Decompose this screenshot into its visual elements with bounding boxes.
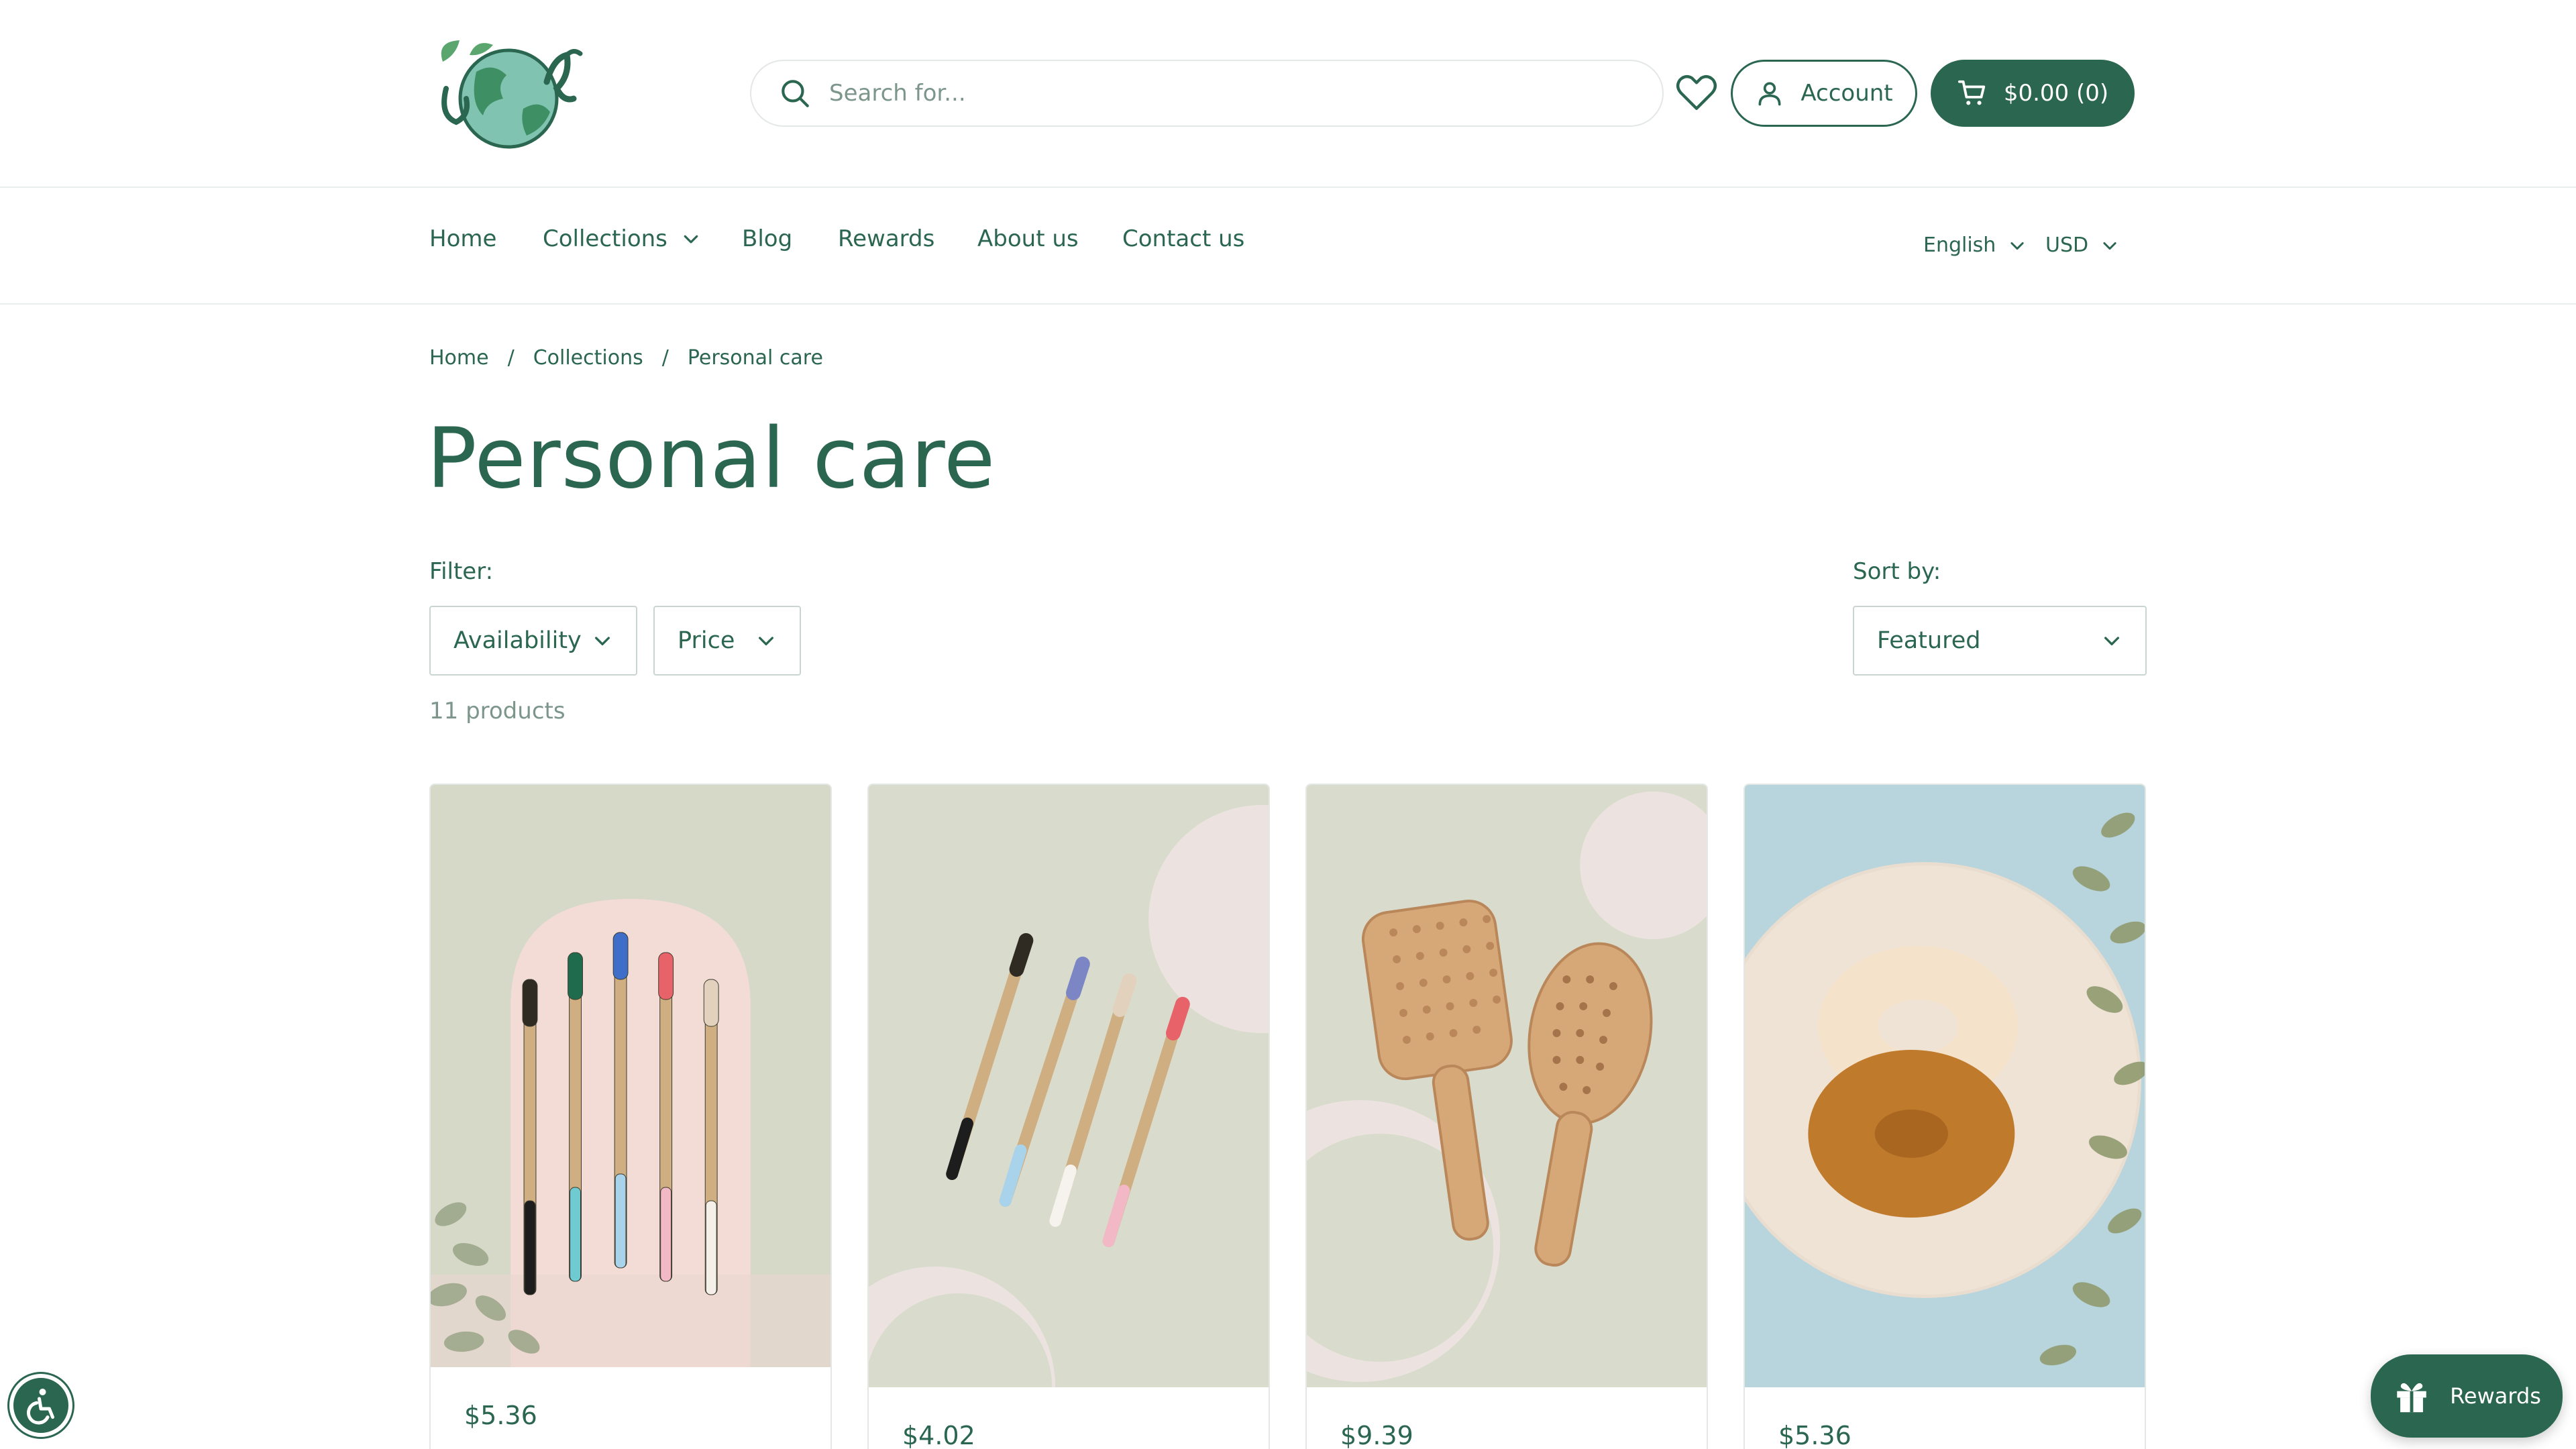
price-filter[interactable]: Price — [653, 606, 801, 676]
nav-item-rewards[interactable]: Rewards — [838, 225, 934, 252]
search-input[interactable]: Search for... — [750, 60, 1664, 127]
product-image[interactable] — [1745, 785, 2145, 1387]
nav-item-label: Contact us — [1122, 225, 1245, 252]
product-image[interactable] — [431, 785, 830, 1367]
nav-item-home[interactable]: Home — [429, 225, 496, 252]
rewards-label: Rewards — [2450, 1383, 2541, 1409]
nav-item-collections[interactable]: Collections — [543, 225, 701, 252]
wishlist-button[interactable] — [1674, 70, 1719, 114]
logo[interactable] — [429, 35, 590, 149]
product-card[interactable]: $4.02 — [867, 784, 1270, 1449]
availability-label: Availability — [453, 627, 582, 654]
accessibility-button[interactable] — [9, 1374, 72, 1437]
search-placeholder: Search for... — [829, 80, 966, 107]
filter-label: Filter: — [429, 558, 494, 585]
search-icon — [782, 80, 809, 107]
product-card[interactable]: $5.36 — [429, 784, 832, 1449]
product-price: $4.02 — [902, 1421, 975, 1449]
rewards-launcher[interactable]: Rewards — [2371, 1354, 2563, 1438]
breadcrumb-collections[interactable]: Collections — [533, 346, 643, 370]
product-price: $5.36 — [1778, 1421, 1851, 1449]
breadcrumb-separator: / — [661, 346, 669, 370]
nav-item-label: Rewards — [838, 225, 935, 252]
sort-value: Featured — [1877, 627, 1981, 654]
cart-label: $0.00 (0) — [2003, 80, 2109, 107]
main-nav — [0, 189, 2576, 305]
currency-selector[interactable]: USD — [2045, 233, 2119, 257]
accessibility-icon — [27, 1389, 54, 1425]
logo-globe-icon — [441, 40, 583, 149]
nav-item-label: Collections — [543, 225, 667, 252]
language-value: English — [1923, 233, 1996, 257]
chevron-down-icon — [595, 637, 610, 645]
sort-select[interactable]: Featured — [1853, 606, 2147, 676]
breadcrumb: Home / Collections / Personal care — [429, 346, 823, 370]
gift-icon — [2397, 1383, 2426, 1413]
product-price: $9.39 — [1340, 1421, 1413, 1449]
chevron-down-icon — [2010, 241, 2024, 250]
product-card[interactable]: $5.36 — [1743, 784, 2146, 1449]
product-card[interactable]: $9.39 — [1305, 784, 1708, 1449]
sort-label: Sort by: — [1853, 558, 1941, 585]
price-filter-label: Price — [678, 627, 735, 654]
chevron-down-icon — [759, 637, 773, 645]
site-header: Search for... Account $0.00 (0) — [0, 0, 2576, 188]
account-button[interactable]: Account — [1731, 60, 1917, 127]
product-image[interactable] — [869, 785, 1269, 1387]
account-label: Account — [1801, 80, 1893, 107]
product-count: 11 products — [429, 698, 566, 724]
nav-item-about-us[interactable]: About us — [977, 225, 1079, 252]
language-selector[interactable]: English — [1923, 233, 2027, 257]
product-price: $5.36 — [464, 1401, 537, 1430]
user-icon — [1758, 82, 1781, 106]
breadcrumb-separator: / — [507, 346, 515, 370]
cart-icon — [1957, 80, 1986, 105]
page-title: Personal care — [427, 411, 996, 507]
nav-item-label: Blog — [742, 225, 793, 252]
heart-icon — [1676, 74, 1717, 110]
nav-item-contact-us[interactable]: Contact us — [1122, 225, 1244, 252]
chevron-down-icon — [2104, 637, 2119, 645]
availability-filter[interactable]: Availability — [429, 606, 637, 676]
cart-button[interactable]: $0.00 (0) — [1931, 60, 2135, 127]
nav-item-label: About us — [977, 225, 1079, 252]
currency-value: USD — [2045, 233, 2089, 257]
chevron-down-icon — [684, 235, 698, 244]
breadcrumb-current: Personal care — [687, 346, 823, 370]
nav-item-blog[interactable]: Blog — [742, 225, 792, 252]
nav-item-label: Home — [429, 225, 497, 252]
chevron-down-icon — [2103, 241, 2116, 250]
breadcrumb-home[interactable]: Home — [429, 346, 489, 370]
product-image[interactable] — [1307, 785, 1707, 1387]
